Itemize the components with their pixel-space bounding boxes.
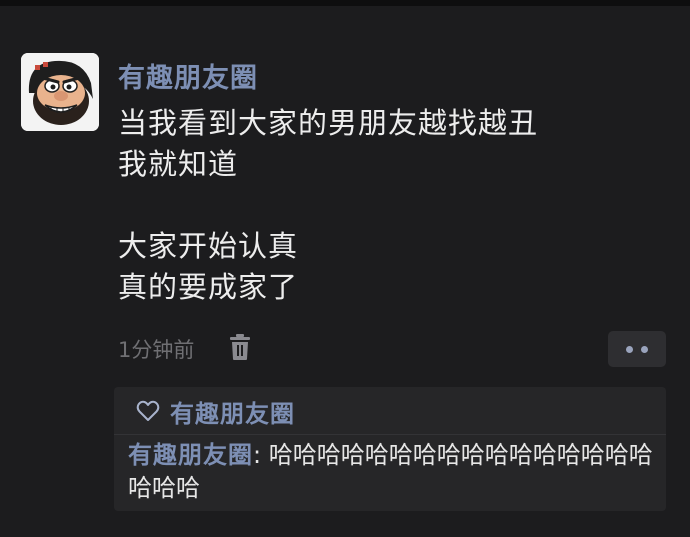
comment-item[interactable]: 有趣朋友圈: 哈哈哈哈哈哈哈哈哈哈哈哈哈哈哈哈哈哈哈 xyxy=(128,439,658,505)
more-dots-icon xyxy=(626,346,633,353)
divider xyxy=(114,434,666,435)
cartoon-face-avatar-image xyxy=(21,53,99,131)
comment-separator: : xyxy=(253,441,269,469)
likes-row: 有趣朋友圈 xyxy=(136,394,295,429)
liker-name[interactable]: 有趣朋友圈 xyxy=(170,394,295,429)
trash-icon[interactable] xyxy=(229,333,251,361)
post-content-line: 大家开始认真 xyxy=(118,229,299,263)
more-dots-icon xyxy=(641,346,648,353)
post-timestamp: 1分钟前 xyxy=(118,338,195,362)
likes-comments-box: 有趣朋友圈 有趣朋友圈: 哈哈哈哈哈哈哈哈哈哈哈哈哈哈哈哈哈哈哈 xyxy=(114,387,666,511)
post-author-name[interactable]: 有趣朋友圈 xyxy=(118,56,258,95)
comment-author-name[interactable]: 有趣朋友圈 xyxy=(128,441,253,469)
heart-outline-icon xyxy=(136,400,160,421)
avatar[interactable] xyxy=(21,53,99,131)
post-content: 当我看到大家的男朋友越找越丑 我就知道 大家开始认真 真的要成家了 xyxy=(118,103,658,308)
post-content-line: 我就知道 xyxy=(118,147,239,181)
post-content-line: 当我看到大家的男朋友越找越丑 xyxy=(118,106,539,140)
more-actions-button[interactable] xyxy=(608,331,666,367)
post-content-line xyxy=(118,185,658,226)
moments-post: 有趣朋友圈 当我看到大家的男朋友越找越丑 我就知道 大家开始认真 真的要成家了 … xyxy=(0,6,690,537)
post-content-line: 真的要成家了 xyxy=(118,270,299,304)
